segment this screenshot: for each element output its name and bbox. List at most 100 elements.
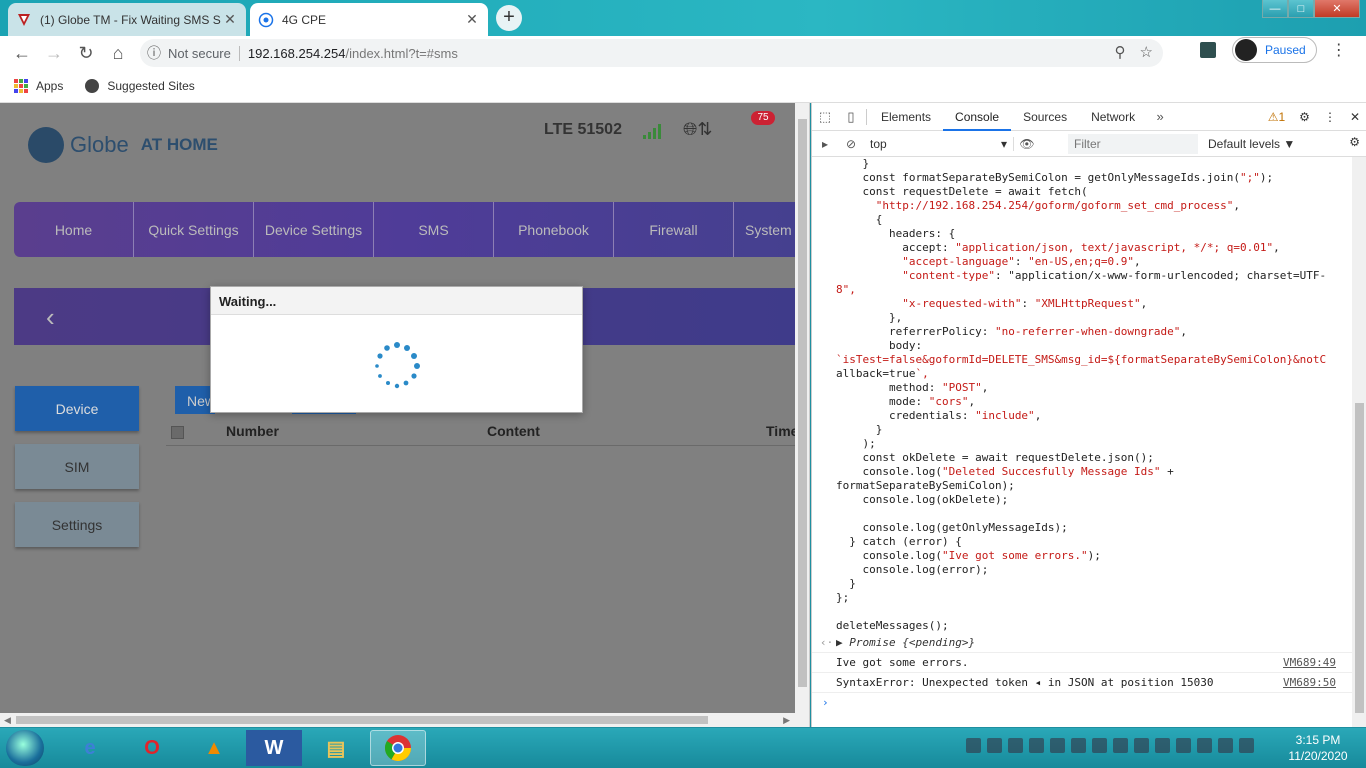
select-all-checkbox[interactable]: [171, 426, 184, 439]
tray-icon[interactable]: [1155, 738, 1170, 753]
nav-firewall[interactable]: Firewall: [614, 202, 734, 257]
bookmark-star-icon[interactable]: ☆: [1140, 43, 1153, 61]
tray-icon[interactable]: [1176, 738, 1191, 753]
side-tab-sim[interactable]: SIM: [15, 444, 139, 489]
start-button-icon[interactable]: [6, 730, 44, 766]
tray-icon[interactable]: [1134, 738, 1149, 753]
scroll-left-icon[interactable]: ◀: [4, 713, 11, 727]
scroll-thumb[interactable]: [16, 716, 708, 724]
more-tabs-chevron-icon[interactable]: »: [1147, 109, 1173, 124]
code-line: `isTest=false&goformId=DELETE_SMS&msg_id…: [836, 353, 1327, 366]
nav-home[interactable]: Home: [14, 202, 134, 257]
word-icon[interactable]: W: [246, 730, 302, 766]
scroll-thumb[interactable]: [1355, 403, 1364, 713]
settings-gear-icon[interactable]: ⚙: [1299, 110, 1310, 124]
tray-icon[interactable]: [1239, 738, 1254, 753]
tab-close-icon[interactable]: ✕: [222, 11, 238, 28]
tray-icon[interactable]: [1029, 738, 1044, 753]
profile-button[interactable]: Paused: [1232, 37, 1317, 63]
profile-status: Paused: [1265, 43, 1306, 57]
scroll-right-icon[interactable]: ▶: [783, 713, 790, 727]
nav-quick-settings[interactable]: Quick Settings: [134, 202, 254, 257]
devtools-menu-icon[interactable]: ⋮: [1324, 110, 1336, 124]
console-filter-input[interactable]: Filter: [1068, 133, 1198, 154]
tray-icon[interactable]: [1050, 738, 1065, 753]
tray-icon[interactable]: [966, 738, 981, 753]
tab-network[interactable]: Network: [1079, 103, 1147, 131]
url-text[interactable]: 192.168.254.254/index.html?t=#sms: [248, 46, 458, 61]
browser-tab-globe-tm[interactable]: (1) Globe TM - Fix Waiting SMS S ✕: [8, 3, 246, 36]
sidebar-toggle-icon[interactable]: ▸: [812, 137, 838, 151]
tray-icon[interactable]: [1008, 738, 1023, 753]
clear-console-icon[interactable]: ⊘: [838, 137, 864, 151]
log-source-link[interactable]: VM689:50: [1283, 673, 1336, 693]
waiting-dialog: Waiting...: [210, 286, 583, 413]
apps-grid-icon: [14, 79, 28, 93]
back-chevron-icon[interactable]: ‹: [46, 302, 55, 333]
inspect-element-icon[interactable]: ⬚: [812, 109, 838, 125]
browser-tab-4g-cpe[interactable]: 4G CPE ✕: [250, 3, 488, 36]
tab-title: (1) Globe TM - Fix Waiting SMS S: [40, 12, 221, 27]
close-window-button[interactable]: ✕: [1314, 0, 1360, 18]
nav-device-settings[interactable]: Device Settings: [254, 202, 374, 257]
minimize-button[interactable]: —: [1262, 0, 1288, 18]
tray-icon[interactable]: [1113, 738, 1128, 753]
address-bar[interactable]: ⓘ Not secure 192.168.254.254/index.html?…: [140, 39, 1163, 67]
tray-icon[interactable]: [1197, 738, 1212, 753]
code-line: allback=true`,: [836, 367, 929, 380]
warning-icon[interactable]: ⚠1: [1268, 110, 1285, 124]
code-line: mode: "cors",: [836, 395, 976, 408]
new-sms-button[interactable]: New: [175, 386, 215, 414]
log-line: Ive got some errors. VM689:49: [812, 653, 1352, 673]
tab-console[interactable]: Console: [943, 103, 1012, 131]
reload-icon[interactable]: ↻: [70, 37, 102, 69]
forward-arrow-icon[interactable]: →: [38, 37, 70, 69]
internet-explorer-icon[interactable]: e: [62, 730, 118, 766]
back-arrow-icon[interactable]: ←: [6, 37, 38, 69]
globe-logo: Globe AT HOME: [28, 127, 218, 163]
bookmark-apps[interactable]: Apps: [14, 79, 63, 93]
nav-phonebook[interactable]: Phonebook: [494, 202, 614, 257]
context-select[interactable]: top ▾: [864, 136, 1014, 151]
nav-system[interactable]: System: [734, 202, 795, 257]
live-expression-eye-icon[interactable]: 👁︎: [1014, 137, 1040, 151]
close-devtools-icon[interactable]: ✕: [1350, 110, 1360, 124]
promise-result[interactable]: ‹· ▶ Promise {<pending>}: [812, 633, 1352, 653]
console-toolbar: ▸ ⊘ top ▾ 👁︎ Filter Default levels ▼ ⚙: [812, 131, 1366, 157]
tray-icon[interactable]: [1092, 738, 1107, 753]
nav-sms[interactable]: SMS: [374, 202, 494, 257]
menu-kebab-icon[interactable]: ⋮: [1331, 40, 1347, 60]
home-icon[interactable]: ⌂: [102, 37, 134, 69]
tray-icon[interactable]: [1218, 738, 1233, 753]
tray-icon[interactable]: [987, 738, 1002, 753]
tab-elements[interactable]: Elements: [869, 103, 943, 131]
console-prompt-input[interactable]: ›: [812, 693, 1352, 713]
zoom-icon[interactable]: ⚲: [1115, 43, 1126, 61]
bookmark-suggested-sites[interactable]: Suggested Sites: [85, 79, 195, 93]
brand-main: Globe: [70, 132, 129, 157]
code-line: accept: "application/json, text/javascri…: [836, 241, 1280, 254]
system-clock[interactable]: 3:15 PM 11/20/2020: [1280, 732, 1356, 764]
side-tab-settings[interactable]: Settings: [15, 502, 139, 547]
page-horizontal-scrollbar[interactable]: ◀ ▶: [0, 713, 795, 727]
device-toolbar-icon[interactable]: ▯: [838, 109, 864, 125]
log-levels-select[interactable]: Default levels ▼: [1208, 137, 1295, 151]
extension-icon[interactable]: [1200, 42, 1216, 58]
opera-icon[interactable]: O: [124, 730, 180, 766]
file-explorer-icon[interactable]: ▤: [308, 730, 364, 766]
log-source-link[interactable]: VM689:49: [1283, 653, 1336, 673]
console-scrollbar[interactable]: [1352, 157, 1366, 727]
chrome-icon[interactable]: [370, 730, 426, 766]
info-icon[interactable]: ⓘ: [140, 43, 168, 63]
tab-close-icon[interactable]: ✕: [464, 11, 480, 28]
tab-sources[interactable]: Sources: [1011, 103, 1079, 131]
new-tab-button[interactable]: +: [496, 5, 522, 31]
console-settings-gear-icon[interactable]: ⚙: [1349, 135, 1360, 149]
side-tab-device[interactable]: Device: [15, 386, 139, 431]
page-vertical-scrollbar[interactable]: [795, 103, 810, 727]
vlc-icon[interactable]: ▲: [186, 730, 242, 766]
url-host: 192.168.254.254: [247, 45, 346, 61]
tray-icon[interactable]: [1071, 738, 1086, 753]
maximize-button[interactable]: □: [1288, 0, 1314, 18]
scroll-thumb[interactable]: [798, 119, 807, 687]
